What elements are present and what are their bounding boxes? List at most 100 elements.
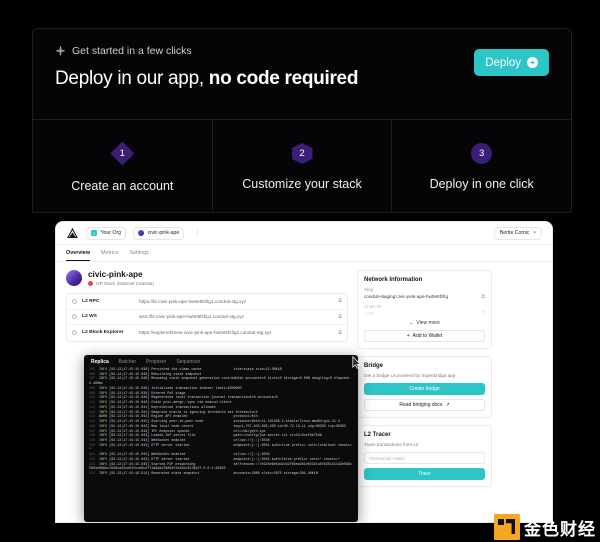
trace-button-label: Trace [418, 471, 431, 477]
log-level: INFO [99, 377, 110, 382]
log-timestamp: [02-13|17:15:15.039] [109, 386, 152, 391]
log-timestamp: [02-13|17:15:15.038] [109, 368, 152, 372]
log-level: INFO [99, 396, 110, 401]
user-menu[interactable]: Bertie Comic ▾ [493, 226, 542, 240]
step-badge-1: 1 [110, 141, 135, 166]
watermark-text: 金色财经 [524, 519, 596, 539]
copy-icon[interactable]: ⧉ [338, 298, 342, 304]
log-timestamp: [02-13|17:15:15.042] [109, 420, 152, 425]
log-message: Gasprice oracle is ignoring threshold se… [151, 410, 258, 415]
log-line-number: 114 [89, 415, 100, 420]
endpoint-url: wss://l2-civic-pink-ape-hw0e5fzfig1.cond… [139, 314, 244, 320]
hero-top: Get started in a few clicks Deploy in ou… [33, 29, 571, 119]
log-message: Persisted the clean cache trie=state siz… [151, 368, 282, 372]
terminal-tab-batcher[interactable]: Batcher [119, 359, 136, 365]
project-stack: OP Stack (Mainnet Celestia) [88, 280, 154, 286]
log-message: Loaded JWT secret file path=/config/jwt-… [151, 434, 322, 439]
radio-icon[interactable] [72, 314, 77, 320]
log-level: INFO [99, 472, 110, 477]
tab-settings[interactable]: Settings [129, 250, 148, 261]
radio-icon[interactable] [72, 330, 77, 336]
step-item-2[interactable]: 2 Customize your stack [213, 120, 393, 212]
log-timestamp: [02-13|17:15:15.043] [109, 429, 152, 434]
log-level: INFO [99, 457, 110, 462]
table-row[interactable]: L2 WS wss://l2-civic-pink-ape-hw0e5fzfig… [67, 310, 347, 325]
log-timestamp: [02-13|17:15:15.042] [109, 415, 152, 420]
log-level: INFO [99, 420, 110, 425]
step-item-1[interactable]: 1 Create an account [33, 120, 213, 212]
project-selector-label: civic-pink-ape [147, 230, 180, 236]
step-item-3[interactable]: 3 Deploy in one click [392, 120, 571, 212]
step-badge-3: 3 [471, 143, 493, 164]
log-terminal: Replica Batcher Proposer Sequencer 105 I… [84, 355, 358, 522]
terminal-tab-proposer[interactable]: Proposer [146, 359, 166, 365]
copy-icon[interactable]: ⧉ [481, 294, 485, 300]
terminal-tab-sequencer[interactable]: Sequencer [176, 359, 200, 365]
log-timestamp: [02-13|17:15:15.040] [109, 401, 152, 406]
copy-icon[interactable]: ⧉ [481, 310, 485, 316]
radio-icon[interactable] [72, 298, 77, 304]
terminal-log-line: 124 INFO [02-13|17:15:18.514] Generated … [89, 472, 353, 477]
project-avatar [66, 270, 82, 286]
arrow-right-circle-icon [527, 57, 538, 68]
terminal-tab-replica[interactable]: Replica [91, 359, 109, 365]
side-column: Network Information Slug conduit-staging… [357, 270, 492, 487]
jinse-logo-icon [494, 514, 520, 540]
log-level: INFO [99, 405, 110, 410]
chevron-down-icon: ▾ [533, 230, 536, 236]
watermark: 金色财经 [494, 514, 596, 540]
kebab-menu-icon[interactable]: ⋮ [191, 230, 203, 237]
project-avatar-icon [138, 230, 145, 236]
log-level: INFO [99, 429, 110, 434]
log-level: INFO [99, 410, 110, 415]
sparkle-icon [55, 45, 66, 57]
read-bridging-docs-button[interactable]: Read bridging docs ↗ [364, 399, 485, 411]
log-level: INFO [99, 453, 110, 458]
tracer-card-title: L2 Tracer [364, 432, 391, 438]
log-line-number: 122 [89, 457, 100, 462]
log-line-number: 119 [89, 439, 100, 444]
transaction-hash-input[interactable]: Transaction Hash [364, 452, 485, 464]
transaction-hash-placeholder: Transaction Hash [369, 455, 405, 461]
deploy-button[interactable]: Deploy [474, 49, 549, 76]
log-message: WebSocket enabled url=ws://[::]:8546 [151, 439, 270, 444]
trace-button[interactable]: Trace [364, 468, 485, 480]
log-line-number: 105 [89, 368, 100, 372]
log-timestamp: [02-13|17:15:15.043] [109, 434, 152, 439]
copy-icon[interactable]: ⧉ [338, 314, 342, 320]
log-line-number: 111 [89, 401, 100, 406]
terminal-log-output[interactable]: 105 INFO [02-13|17:15:15.038] Persisted … [84, 368, 358, 477]
deploy-button-label: Deploy [485, 56, 521, 69]
tab-metrics[interactable]: Metrics [101, 250, 118, 261]
log-message: HTTP server started endpoint=[::]:8545 a… [151, 457, 340, 462]
tab-overview[interactable]: Overview [66, 250, 90, 261]
table-row[interactable]: L2 RPC https://l2-civic-pink-ape-hw0e5fz… [67, 294, 347, 310]
endpoint-url: https://l2-civic-pink-ape-hw0e5fzfig1.co… [139, 298, 247, 304]
view-more-button[interactable]: ⌄ View more [364, 320, 485, 326]
step-badge-2: 2 [291, 143, 313, 164]
log-line-number: 116 [89, 424, 100, 429]
project-selector[interactable]: civic-pink-ape [133, 226, 185, 240]
conduit-logo-icon[interactable] [66, 227, 79, 239]
log-message: Engine API enabled protocol=eth [151, 415, 258, 420]
log-timestamp: [02-13|17:15:15.043] [109, 443, 152, 448]
hero-card: Get started in a few clicks Deploy in ou… [32, 28, 572, 213]
add-to-wallet-button[interactable]: + Add to Wallet [364, 330, 485, 342]
bridge-card-subtitle: Get a bridge UI powered by Superbridge.a… [364, 373, 456, 378]
log-line-number: 108 [89, 386, 100, 391]
terminal-log-line: 107 INFO [02-13|17:15:15.038] Resuming s… [89, 377, 353, 386]
log-timestamp: [02-13|17:15:15.038] [109, 377, 152, 382]
hero-title-plain: Deploy in our app, [55, 68, 209, 89]
log-timestamp: [02-13|17:15:15.043] [109, 453, 152, 458]
log-level: INFO [99, 401, 110, 406]
org-selector[interactable]: Y Your Org [86, 226, 127, 240]
log-line-number: 112 [89, 405, 100, 410]
table-row[interactable]: L2 Block Explorer https://explorerl2new-… [67, 325, 347, 341]
external-link-icon: ↗ [445, 402, 450, 408]
app-tabs: Overview Metrics Settings [56, 245, 552, 262]
slug-value: conduit-staging:civic-pink-ape-hw0e5fzfi… [364, 294, 449, 299]
log-message: Generated state snapshot accounts=2865 s… [151, 472, 318, 477]
l2-tracer-card: L2 Tracer Trace transactions from L2 Tra… [357, 425, 492, 487]
copy-icon[interactable]: ⧉ [338, 330, 342, 336]
create-bridge-button[interactable]: Create bridge [364, 383, 485, 395]
